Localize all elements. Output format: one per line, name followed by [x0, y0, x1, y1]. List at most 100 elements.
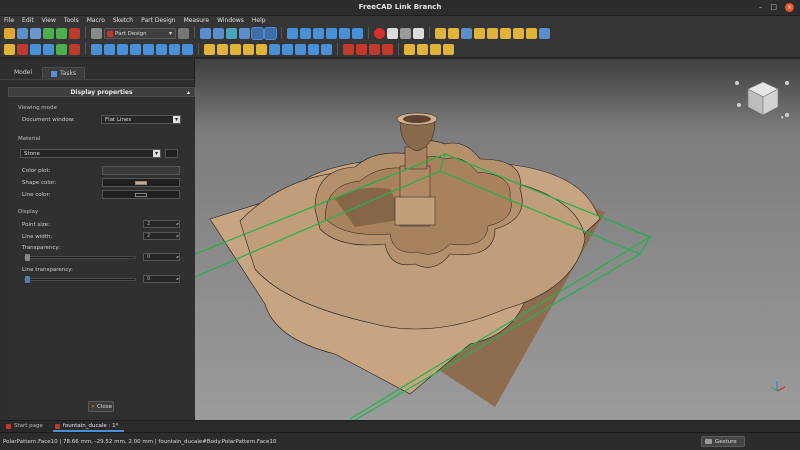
- local-cs-icon[interactable]: [539, 27, 550, 39]
- linear-pattern-icon[interactable]: [417, 43, 428, 55]
- shape-binder-icon[interactable]: [513, 27, 524, 39]
- open-file-icon[interactable]: [17, 27, 28, 39]
- link-unlink-icon[interactable]: [69, 43, 80, 55]
- pipe-icon[interactable]: [243, 43, 254, 55]
- pad-icon[interactable]: [204, 43, 215, 55]
- menu-tools[interactable]: Tools: [64, 16, 79, 25]
- task-header[interactable]: Display properties ▴: [8, 87, 195, 97]
- preselection-icon[interactable]: [264, 26, 277, 40]
- minimize-button[interactable]: –: [759, 3, 763, 12]
- tab-model[interactable]: Model: [6, 67, 40, 79]
- refresh-icon[interactable]: [69, 27, 80, 39]
- menu-file[interactable]: File: [4, 16, 14, 25]
- line-transparency-slider[interactable]: [24, 276, 136, 283]
- sketch-polyline-icon[interactable]: [130, 43, 141, 55]
- datum-line-icon[interactable]: [487, 27, 498, 39]
- datum-plane-icon[interactable]: [500, 27, 511, 39]
- fillet-icon[interactable]: [343, 43, 354, 55]
- pocket-icon[interactable]: [269, 43, 280, 55]
- fit-all-icon[interactable]: [200, 27, 211, 39]
- shape-color-button[interactable]: [102, 178, 180, 187]
- view-top-icon[interactable]: [313, 27, 324, 39]
- polar-pattern-icon[interactable]: [430, 43, 441, 55]
- redo-icon[interactable]: [56, 27, 67, 39]
- view-right-icon[interactable]: [300, 27, 311, 39]
- new-file-icon[interactable]: [4, 27, 15, 39]
- helix-icon[interactable]: [256, 43, 267, 55]
- menu-help[interactable]: Help: [252, 16, 266, 25]
- collapse-icon[interactable]: ▴: [187, 88, 190, 97]
- revolution-icon[interactable]: [217, 43, 228, 55]
- validate-sketch-icon[interactable]: [461, 27, 472, 39]
- sketch-circle-icon[interactable]: [117, 43, 128, 55]
- fit-selection-icon[interactable]: [213, 27, 224, 39]
- point-size-spinbox[interactable]: 2: [143, 220, 180, 228]
- clone-icon[interactable]: [526, 27, 537, 39]
- sketch-bspline-icon[interactable]: [182, 43, 193, 55]
- doc-tab-start-page[interactable]: Start page: [4, 421, 49, 432]
- thickness-icon[interactable]: [382, 43, 393, 55]
- edit-macro-icon[interactable]: [400, 27, 411, 39]
- stop-macro-icon[interactable]: [387, 27, 398, 39]
- menu-sketch[interactable]: Sketch: [113, 16, 133, 25]
- hole-icon[interactable]: [282, 43, 293, 55]
- sketch-line-icon[interactable]: [91, 43, 102, 55]
- transparency-spinbox[interactable]: 0: [143, 253, 180, 261]
- line-color-button[interactable]: [102, 190, 180, 199]
- save-icon[interactable]: [30, 27, 41, 39]
- document-window-select[interactable]: Flat Lines: [101, 115, 181, 124]
- link-replace-icon[interactable]: [43, 43, 54, 55]
- transparency-slider-handle[interactable]: [25, 254, 30, 261]
- subtractive-loft-icon[interactable]: [308, 43, 319, 55]
- material-select[interactable]: Stone: [20, 149, 161, 158]
- create-sketch-icon[interactable]: [448, 27, 459, 39]
- record-macro-icon[interactable]: [374, 27, 385, 39]
- maximize-button[interactable]: □: [770, 3, 777, 12]
- draw-style-icon[interactable]: [226, 27, 237, 39]
- 3d-viewport[interactable]: ▾: [195, 59, 800, 420]
- datum-point-icon[interactable]: [474, 27, 485, 39]
- view-front-icon[interactable]: [287, 27, 298, 39]
- run-macro-icon[interactable]: [413, 27, 424, 39]
- line-width-spinbox[interactable]: 2: [143, 232, 180, 240]
- menu-macro[interactable]: Macro: [87, 16, 105, 25]
- part-icon[interactable]: [4, 43, 15, 55]
- draft-icon[interactable]: [369, 43, 380, 55]
- link-icon[interactable]: [30, 43, 41, 55]
- workbench-selector[interactable]: Part Design: [104, 27, 176, 39]
- sketch-rectangle-icon[interactable]: [143, 43, 154, 55]
- close-window-button[interactable]: ×: [785, 3, 794, 12]
- group-icon[interactable]: [17, 43, 28, 55]
- menu-edit[interactable]: Edit: [22, 16, 34, 25]
- loft-icon[interactable]: [230, 43, 241, 55]
- mirrored-icon[interactable]: [404, 43, 415, 55]
- macro-icon[interactable]: [178, 27, 189, 39]
- menu-view[interactable]: View: [42, 16, 56, 25]
- groove-icon[interactable]: [295, 43, 306, 55]
- menu-part-design[interactable]: Part Design: [141, 16, 175, 25]
- sketch-polygon-icon[interactable]: [156, 43, 167, 55]
- sketch-slot-icon[interactable]: [169, 43, 180, 55]
- close-task-button[interactable]: Close: [88, 401, 114, 412]
- menu-windows[interactable]: Windows: [217, 16, 244, 25]
- sketch-arc-icon[interactable]: [104, 43, 115, 55]
- measure-icon[interactable]: [352, 27, 363, 39]
- bounding-box-icon[interactable]: [239, 27, 250, 39]
- material-edit-button[interactable]: [165, 149, 178, 158]
- line-transparency-spinbox[interactable]: 0: [143, 275, 180, 283]
- line-transparency-slider-handle[interactable]: [25, 276, 30, 283]
- tab-tasks[interactable]: Tasks: [42, 67, 86, 79]
- fountain-model-view[interactable]: ▾: [195, 59, 800, 420]
- multi-transform-icon[interactable]: [443, 43, 454, 55]
- whats-this-icon[interactable]: [91, 27, 102, 39]
- undo-icon[interactable]: [43, 27, 54, 39]
- selection-icon[interactable]: [251, 26, 264, 40]
- view-iso-icon[interactable]: [326, 27, 337, 39]
- transparency-slider[interactable]: [24, 254, 136, 261]
- color-plot-button[interactable]: [102, 166, 180, 175]
- menu-measure[interactable]: Measure: [184, 16, 210, 25]
- doc-tab-fountain[interactable]: fountain_ducale : 1*: [52, 421, 125, 432]
- subtractive-pipe-icon[interactable]: [321, 43, 332, 55]
- create-body-icon[interactable]: [435, 27, 446, 39]
- chamfer-icon[interactable]: [356, 43, 367, 55]
